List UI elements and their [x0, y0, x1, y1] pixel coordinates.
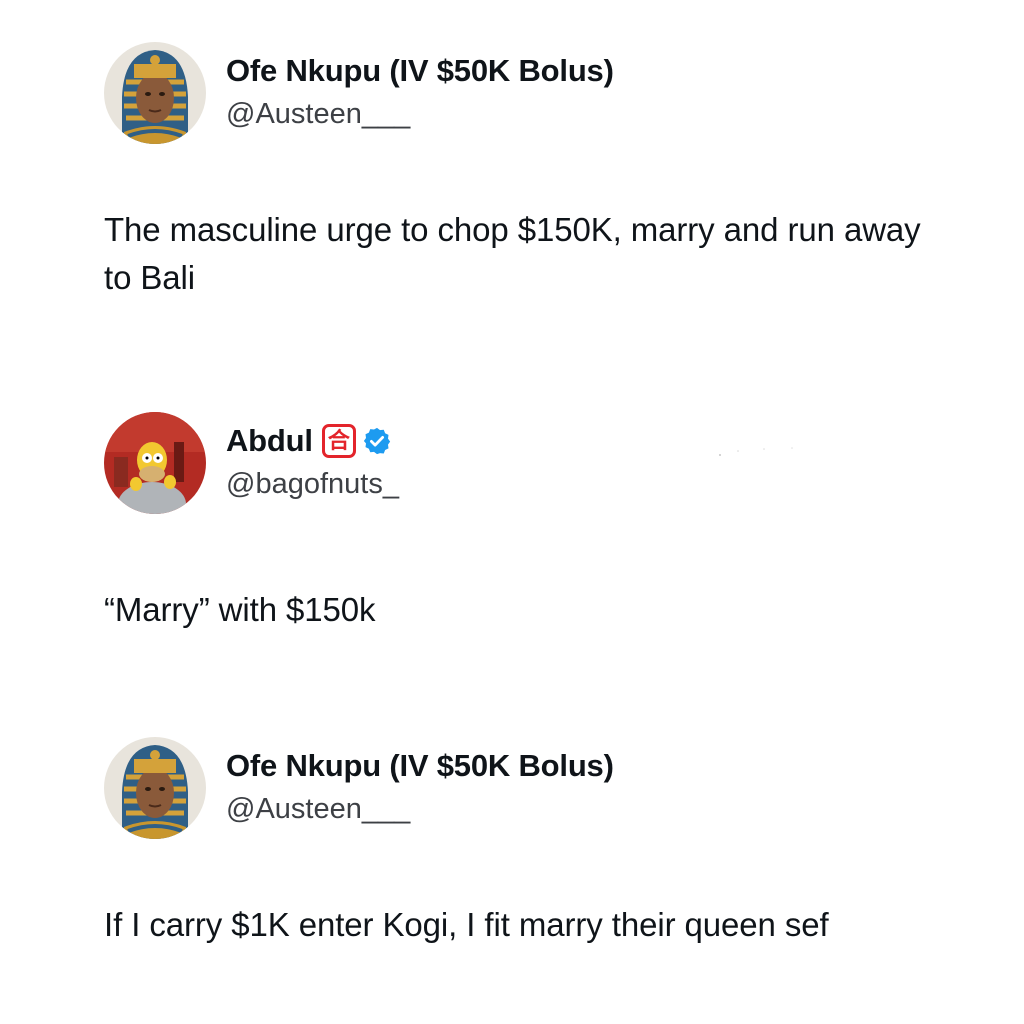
- ideograph-emoji-icon: 合: [321, 424, 356, 458]
- pharaoh-avatar-icon[interactable]: [104, 42, 206, 144]
- pharaoh-avatar-icon[interactable]: [104, 737, 206, 839]
- user-names: Ofe Nkupu (IV $50K Bolus) @Austeen___: [226, 747, 614, 829]
- tweet-text: The masculine urge to chop $150K, marry …: [104, 211, 921, 296]
- display-name[interactable]: Abdul: [226, 422, 313, 460]
- verified-badge-icon: [362, 426, 392, 456]
- tweet-text: If I carry $1K enter Kogi, I fit marry t…: [104, 906, 829, 943]
- tweet-header: Ofe Nkupu (IV $50K Bolus) @Austeen___: [104, 40, 944, 146]
- image-artifact: [719, 447, 793, 456]
- tweet-thread: Ofe Nkupu (IV $50K Bolus) @Austeen___ Th…: [0, 0, 1024, 1024]
- tweet-header: Abdul 合 @bagofnuts_: [104, 410, 944, 516]
- tweet-1[interactable]: Ofe Nkupu (IV $50K Bolus) @Austeen___ Th…: [104, 40, 944, 302]
- user-names: Abdul 合 @bagofnuts_: [226, 422, 399, 504]
- display-name-row: Abdul 合: [226, 422, 399, 460]
- tweet-3[interactable]: Ofe Nkupu (IV $50K Bolus) @Austeen___ If…: [104, 735, 944, 949]
- display-name[interactable]: Ofe Nkupu (IV $50K Bolus): [226, 52, 614, 90]
- tweet-header: Ofe Nkupu (IV $50K Bolus) @Austeen___: [104, 735, 944, 841]
- cartoon-character-avatar-icon[interactable]: [104, 412, 206, 514]
- display-name-row: Ofe Nkupu (IV $50K Bolus): [226, 52, 614, 90]
- display-name[interactable]: Ofe Nkupu (IV $50K Bolus): [226, 747, 614, 785]
- user-names: Ofe Nkupu (IV $50K Bolus) @Austeen___: [226, 52, 614, 134]
- tweet-text: “Marry” with $150k: [104, 591, 376, 628]
- user-handle[interactable]: @Austeen___: [226, 789, 614, 829]
- display-name-row: Ofe Nkupu (IV $50K Bolus): [226, 747, 614, 785]
- user-handle[interactable]: @Austeen___: [226, 94, 614, 134]
- user-handle[interactable]: @bagofnuts_: [226, 464, 399, 504]
- tweet-2[interactable]: Abdul 合 @bagofnuts_ “Marry” with $150k: [104, 410, 944, 634]
